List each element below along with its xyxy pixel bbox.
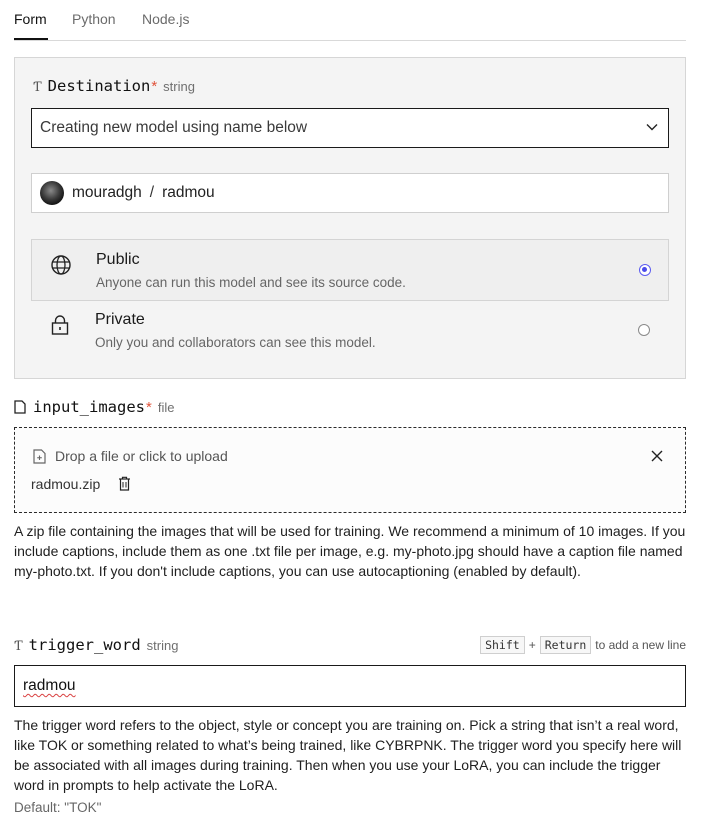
return-key: Return (539, 636, 592, 654)
shift-key: Shift (480, 636, 525, 654)
newline-hint: Shift + Return to add a new line (480, 636, 686, 654)
lock-icon (51, 315, 69, 335)
trigger-word-label: trigger_word (28, 636, 141, 654)
globe-icon (51, 255, 71, 275)
destination-type: string (163, 79, 195, 94)
hint-text: to add a new line (595, 638, 686, 652)
tab-nodejs[interactable]: Node.js (142, 11, 189, 27)
chevron-down-icon (646, 124, 658, 131)
public-title: Public (96, 251, 140, 268)
private-description: Only you and collaborators can see this … (95, 335, 376, 350)
file-icon (14, 400, 26, 414)
tab-bar: Form Python Node.js (14, 0, 686, 41)
private-radio[interactable] (638, 324, 650, 336)
model-name: radmou (162, 184, 215, 201)
trigger-word-default: Default: "TOK" (14, 800, 102, 815)
destination-panel: Ƭ Destination * string Creating new mode… (14, 57, 686, 379)
owner-name: mouradgh (72, 184, 142, 201)
trash-icon[interactable] (118, 476, 131, 491)
destination-select[interactable]: Creating new model using name below (31, 108, 669, 148)
text-type-icon: Ƭ (33, 80, 42, 95)
avatar (40, 181, 64, 205)
file-plus-icon (33, 449, 46, 464)
dropzone-text: Drop a file or click to upload (55, 448, 228, 464)
input-images-description: A zip file containing the images that wi… (14, 523, 686, 579)
visibility-option-public[interactable]: Public Anyone can run this model and see… (31, 239, 669, 301)
trigger-word-input[interactable]: radmou (14, 665, 686, 707)
required-marker: * (151, 78, 158, 95)
input-images-type: file (157, 400, 175, 415)
text-type-icon: Ƭ (14, 639, 23, 654)
destination-label: Destination (47, 77, 151, 95)
active-tab-indicator (14, 38, 48, 40)
trigger-word-header: Ƭ trigger_word string (14, 636, 178, 654)
trigger-word-description: The trigger word refers to the object, s… (14, 717, 682, 793)
file-dropzone[interactable]: Drop a file or click to upload radmou.zi… (14, 427, 686, 513)
tab-form[interactable]: Form (14, 11, 47, 27)
input-images-header: input_images * file (14, 398, 174, 416)
hint-plus: + (528, 638, 536, 652)
input-images-label: input_images (33, 398, 145, 416)
destination-header: Ƭ Destination * string (33, 77, 195, 95)
destination-select-value: Creating new model using name below (40, 119, 308, 136)
visibility-option-private[interactable]: Private Only you and collaborators can s… (31, 300, 669, 362)
trigger-word-value: radmou (23, 677, 76, 694)
close-icon[interactable] (651, 450, 663, 462)
name-separator: / (149, 184, 155, 201)
private-title: Private (95, 311, 145, 328)
required-marker: * (145, 399, 152, 416)
public-radio[interactable] (639, 264, 651, 276)
trigger-word-type: string (146, 638, 179, 653)
uploaded-file-name: radmou.zip (31, 476, 101, 492)
model-name-field[interactable]: mouradgh / radmou (31, 173, 669, 213)
tab-python[interactable]: Python (72, 11, 116, 27)
form-page: Form Python Node.js Ƭ Destination * stri… (0, 0, 717, 838)
public-description: Anyone can run this model and see its so… (96, 275, 406, 290)
